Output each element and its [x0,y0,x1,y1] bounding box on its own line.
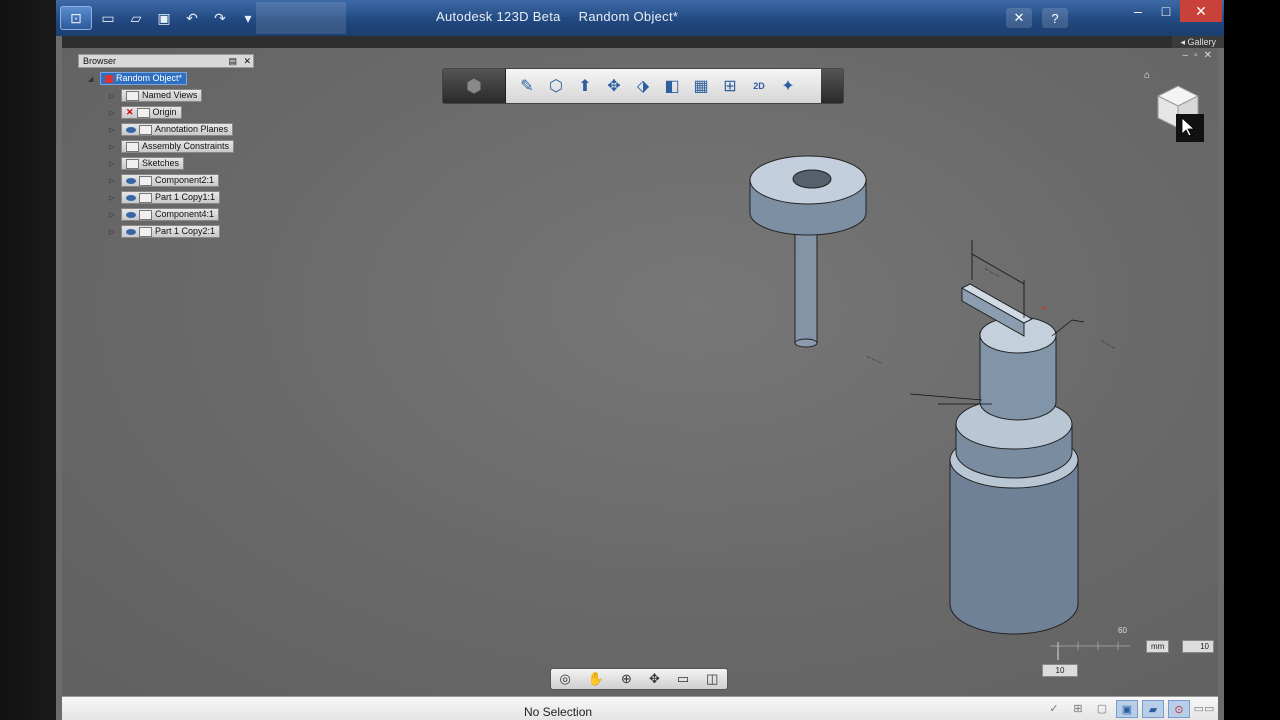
viewport[interactable]: – ▫ ✕ Browser ▤ ✕ ◢ Random Object* ▷ Nam… [62,48,1218,696]
app-menu-button[interactable]: ⊡ [60,6,92,30]
desktop-right-edge [1224,0,1280,720]
look-at-icon[interactable]: ✥ [649,671,660,687]
help-icon[interactable]: ? [1042,8,1068,28]
gallery-label: Gallery [1187,37,1216,47]
save-icon[interactable]: ▣ [152,7,176,29]
status-bar: No Selection ✓ ⊞ ▢ ▣ ▰ ⊙ ▭▭ [62,696,1218,720]
orbit-mode-icon[interactable]: ⊙ [1168,700,1190,718]
grid-icon[interactable]: ⊞ [1068,700,1088,716]
document-title: Random Object* [578,9,679,24]
undo-icon[interactable]: ↶ [180,7,204,29]
scale-value: 60 [1118,626,1127,635]
shaft-end [794,338,818,348]
app-window: ⊡ ▭ ▱ ▣ ↶ ↷ ▾ Autodesk 123D Beta Random O… [56,0,1224,720]
view-cube[interactable] [1150,78,1210,148]
minimize-button[interactable]: – [1124,0,1152,22]
unit-selector[interactable]: mm [1146,640,1170,653]
zoom-icon[interactable]: ⊕ [621,671,632,687]
pan-hand-icon[interactable]: ✋ [588,671,604,687]
scale-tick-field[interactable]: 10 [1042,664,1078,677]
title-bar: ⊡ ▭ ▱ ▣ ↶ ↷ ▾ Autodesk 123D Beta Random O… [56,0,1224,36]
navigation-bar: ◎ ✋ ⊕ ✥ ▭ ◫ [550,668,728,690]
dimension-label: ─ ─ ─ [1098,338,1116,352]
shadow-icon[interactable]: ▰ [1142,700,1164,718]
model-scene[interactable]: ─ ─ ─ ─ ─ ─ ─ ─ ─ [62,48,1218,696]
desktop-left-edge [0,0,56,720]
gallery-tab[interactable]: ◂ Gallery [1172,36,1224,48]
layout-icon[interactable]: ▭▭ [1194,700,1215,716]
visual-style-icon[interactable]: ▣ [1116,700,1138,718]
washer-hole [792,169,832,189]
gallery-bar [62,36,1218,48]
new-file-icon[interactable]: ▭ [96,7,120,29]
window-controls: – □ ✕ [1124,0,1222,22]
status-icons: ✓ ⊞ ▢ ▣ ▰ ⊙ ▭▭ [1044,700,1214,718]
quick-access-toolbar: ⊡ ▭ ▱ ▣ ↶ ↷ ▾ [60,5,260,31]
redo-icon[interactable]: ↷ [208,7,232,29]
orbit-icon[interactable]: ◎ [560,671,571,687]
shaft-body [794,222,818,344]
title-bar-decoration [256,2,346,34]
lock-icon[interactable]: ▢ [1092,700,1112,716]
display-mode-icon[interactable]: ◫ [706,671,718,687]
window-title: Autodesk 123D Beta Random Object* [436,9,678,24]
status-text: No Selection [524,705,593,719]
fit-view-icon[interactable]: ▭ [677,671,689,687]
washer-part[interactable] [749,155,867,348]
maximize-button[interactable]: □ [1152,0,1180,22]
app-title: Autodesk 123D Beta [436,9,561,24]
dimension-label: ─ ─ ─ [864,354,883,367]
grid-spacing-field[interactable]: 10 [1182,640,1214,653]
communication-icon[interactable]: ✕ [1006,8,1032,28]
help-controls: ✕ ? [1006,8,1068,28]
dimension-label: ─ ─ ─ [982,266,1000,280]
close-button[interactable]: ✕ [1180,0,1222,22]
check-icon[interactable]: ✓ [1044,700,1064,716]
origin-marker [1042,306,1046,310]
qat-dropdown-icon[interactable]: ▾ [236,7,260,29]
open-file-icon[interactable]: ▱ [124,7,148,29]
stepped-cylinder-part[interactable] [949,283,1079,635]
